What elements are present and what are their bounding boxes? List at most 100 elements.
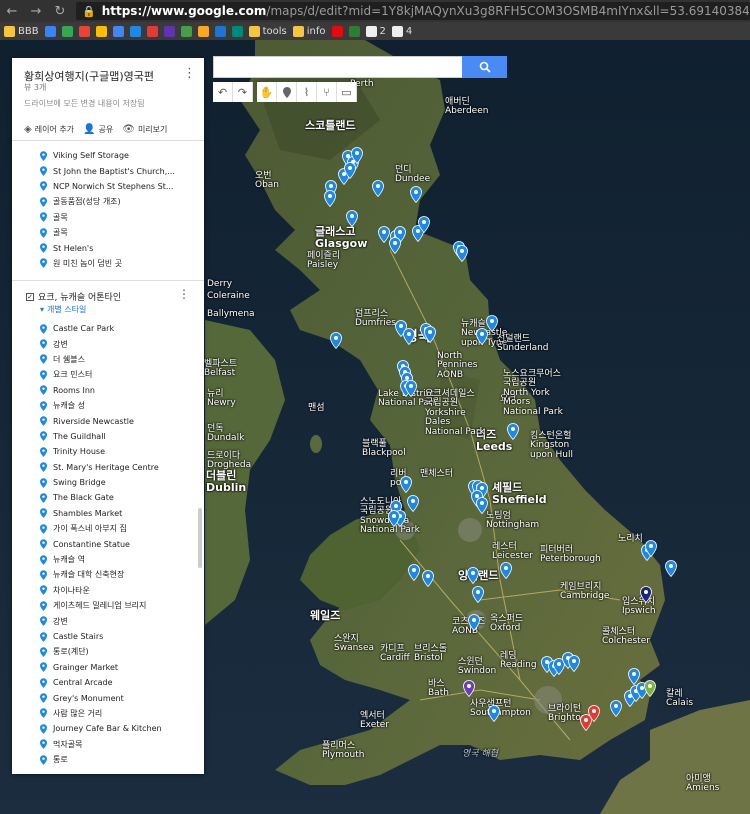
list-item[interactable]: Viking Self Storage [12, 148, 196, 163]
map-marker-icon[interactable] [372, 180, 384, 197]
map-marker-icon[interactable] [407, 495, 419, 512]
bookmark-item[interactable]: info [292, 25, 326, 37]
list-item[interactable]: 게이츠헤드 밀레니엄 브리지 [12, 598, 196, 613]
list-item[interactable]: The Black Gate [12, 490, 196, 505]
layer-visibility-checkbox[interactable]: ✓ [26, 292, 34, 301]
list-item[interactable]: Journey Cafe Bar & Kitchen [12, 721, 196, 736]
bookmark-item[interactable] [112, 25, 124, 37]
reload-icon[interactable]: ↻ [48, 4, 72, 19]
map-marker-icon[interactable] [330, 332, 342, 349]
map-marker-icon[interactable] [400, 476, 412, 493]
map-marker-icon[interactable] [472, 586, 484, 603]
list-item[interactable]: 강변 [12, 336, 196, 351]
bookmark-item[interactable] [44, 25, 56, 37]
redo-icon[interactable]: ↷ [233, 82, 253, 102]
list-item[interactable]: 더 쉠블스 [12, 352, 196, 367]
list-item[interactable]: Constantine Statue [12, 536, 196, 551]
map-marker-icon[interactable] [422, 570, 434, 587]
list-item[interactable]: 뉴캐슬 대학 신축현장 [12, 567, 196, 582]
map-marker-icon[interactable] [405, 380, 417, 397]
map-marker-icon[interactable] [408, 564, 420, 581]
list-item[interactable]: Central Arcade [12, 675, 196, 690]
map-marker-icon[interactable] [588, 705, 600, 722]
bookmark-item[interactable] [348, 25, 360, 37]
list-item[interactable]: 통로 [12, 752, 196, 767]
list-item[interactable]: 차이나타운 [12, 583, 196, 598]
forward-icon[interactable]: → [24, 4, 48, 19]
map-marker-icon[interactable] [424, 326, 436, 343]
layer2-header[interactable]: ✓ 요크, 뉴캐슬 어톤타인 [26, 290, 121, 303]
map-marker-icon[interactable] [486, 315, 498, 332]
list-item[interactable]: 원 미친 놈이 덤빈 곳 [12, 256, 196, 271]
map-marker-icon[interactable] [456, 245, 468, 262]
directions-icon[interactable]: ⑂ [317, 82, 337, 102]
list-item[interactable]: Castle Stairs [12, 629, 196, 644]
map-marker-icon[interactable] [476, 497, 488, 514]
list-item[interactable]: 사람 많은 거리 [12, 706, 196, 721]
list-item[interactable]: Grey's Monument [12, 690, 196, 705]
bookmark-item[interactable]: BBB [4, 25, 39, 37]
map-marker-icon[interactable] [610, 700, 622, 717]
list-item[interactable]: Rooms Inn [12, 383, 196, 398]
draw-line-icon[interactable]: ⌇ [297, 82, 317, 102]
list-item[interactable]: Riverside Newcastle [12, 413, 196, 428]
address-bar[interactable]: 🔒 https://www.google.com /maps/d/edit?mi… [76, 2, 750, 20]
bookmark-item[interactable] [197, 25, 209, 37]
share-button[interactable]: 👤 공유 [83, 124, 113, 135]
list-item[interactable]: 통로(계단) [12, 644, 196, 659]
map-marker-icon[interactable] [507, 423, 519, 440]
list-item[interactable]: Shambles Market [12, 506, 196, 521]
bookmark-item[interactable]: 4 [391, 25, 412, 37]
list-item[interactable]: 먹자골목 [12, 737, 196, 752]
map-marker-icon[interactable] [418, 216, 430, 233]
ruler-icon[interactable]: ▭ [337, 82, 357, 102]
bookmark-item[interactable] [180, 25, 192, 37]
bookmark-item[interactable] [331, 25, 343, 37]
bookmark-item[interactable] [95, 25, 107, 37]
list-item[interactable]: 골동품점(성당 개조) [12, 194, 196, 209]
search-input[interactable] [213, 56, 463, 78]
more-vert-icon[interactable]: ⋮ [183, 66, 196, 81]
bookmark-item[interactable] [129, 25, 141, 37]
map-marker-icon[interactable] [468, 614, 480, 631]
bookmark-item[interactable]: tools [248, 25, 287, 37]
bookmark-item[interactable] [78, 25, 90, 37]
add-layer-button[interactable]: ◈ 레이어 추가 [24, 124, 74, 135]
list-item[interactable]: Castle Car Park [12, 321, 196, 336]
list-item[interactable]: The Guildhall [12, 429, 196, 444]
map-marker-icon[interactable] [324, 190, 336, 207]
list-item[interactable]: Grainger Market [12, 660, 196, 675]
undo-icon[interactable]: ↶ [213, 82, 233, 102]
map-marker-icon[interactable] [568, 655, 580, 672]
map-marker-icon[interactable] [644, 680, 656, 697]
list-item[interactable]: 강변 [12, 613, 196, 628]
layer-name[interactable]: 요크, 뉴캐슬 어톤타인 [38, 290, 121, 303]
map-marker-icon[interactable] [467, 567, 479, 584]
list-item[interactable]: St John the Baptist's Church,... [12, 163, 196, 178]
map-marker-icon[interactable] [410, 186, 422, 203]
bookmark-item[interactable] [231, 25, 243, 37]
map-marker-icon[interactable] [346, 210, 358, 227]
map-marker-icon[interactable] [388, 510, 400, 527]
list-item[interactable]: 뉴캐슬 역 [12, 552, 196, 567]
map-marker-icon[interactable] [488, 705, 500, 722]
individual-style-link[interactable]: ▾ 개별 스타일 [40, 304, 86, 315]
list-item[interactable]: 뉴캐슬 성 [12, 398, 196, 413]
list-item[interactable]: Trinity House [12, 444, 196, 459]
map-marker-icon[interactable] [389, 237, 401, 254]
list-item[interactable]: St Helen's [12, 240, 196, 255]
map-marker-icon[interactable] [640, 586, 652, 603]
bookmark-item[interactable] [214, 25, 226, 37]
bookmark-item[interactable]: 2 [365, 25, 386, 37]
map-marker-icon[interactable] [344, 162, 356, 179]
back-icon[interactable]: ← [0, 4, 24, 19]
map-marker-icon[interactable] [645, 540, 657, 557]
map-marker-icon[interactable] [463, 680, 475, 697]
hand-icon[interactable]: ✋ [257, 82, 277, 102]
bookmark-item[interactable] [163, 25, 175, 37]
map-marker-icon[interactable] [500, 562, 512, 579]
map-marker-icon[interactable] [403, 328, 415, 345]
map-marker-icon[interactable] [665, 560, 677, 577]
list-item[interactable]: 골목 [12, 210, 196, 225]
bookmark-item[interactable] [146, 25, 158, 37]
